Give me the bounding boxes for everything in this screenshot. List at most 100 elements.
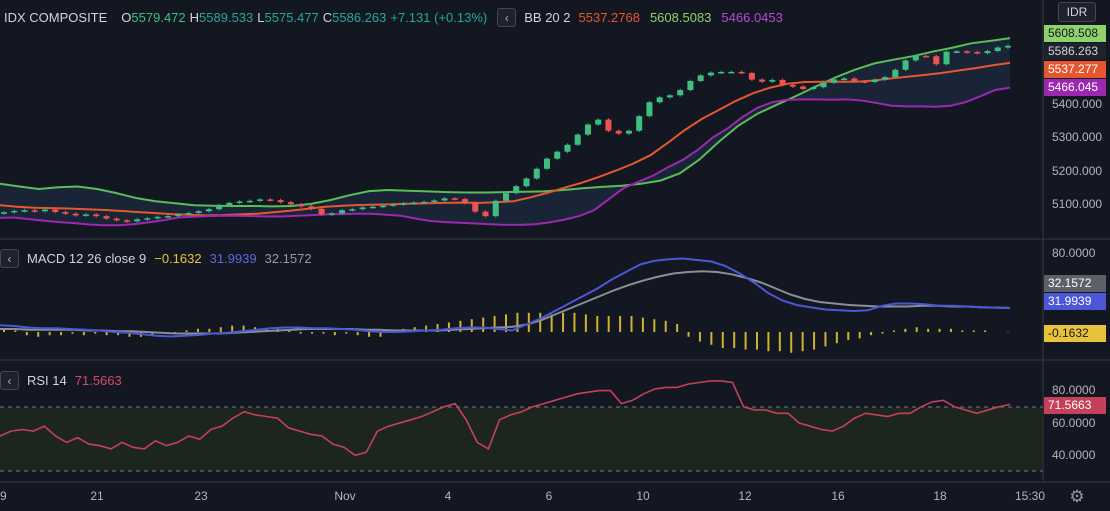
macd-pane bbox=[0, 257, 1011, 353]
high-key: H bbox=[189, 10, 200, 25]
open-key: O bbox=[121, 10, 132, 25]
time-axis-label: Nov bbox=[334, 489, 355, 503]
time-axis-label: 23 bbox=[194, 489, 208, 503]
symbol-name[interactable]: IDX COMPOSITE bbox=[4, 10, 107, 25]
candle-body bbox=[318, 208, 325, 215]
price-tag-bb-upper: 5608.508 bbox=[1044, 25, 1106, 42]
candle-body bbox=[615, 130, 622, 134]
candle-body bbox=[748, 72, 755, 80]
candle-body bbox=[431, 200, 438, 202]
candle-body bbox=[21, 210, 28, 212]
main-legend: IDX COMPOSITE O 5579.472 H 5589.533 L 55… bbox=[0, 8, 787, 27]
bb-upper-line bbox=[0, 37, 1011, 208]
bb-indicator-name[interactable]: BB 20 2 bbox=[524, 10, 570, 25]
candle-body bbox=[185, 213, 192, 215]
candle-body bbox=[339, 210, 346, 214]
candle-body bbox=[810, 87, 817, 89]
candle-body bbox=[421, 201, 428, 204]
macd-tag-line: 31.9939 bbox=[1044, 293, 1106, 310]
candle-body bbox=[543, 158, 550, 169]
rsi-tag: 71.5663 bbox=[1044, 397, 1106, 414]
rsi-legend: ‹ RSI 14 71.5663 bbox=[0, 371, 126, 390]
candle-body bbox=[11, 210, 18, 213]
macd-hist-value: −0.1632 bbox=[154, 251, 202, 266]
candle-body bbox=[636, 116, 643, 131]
candle-body bbox=[707, 72, 714, 76]
candle-body bbox=[892, 69, 899, 78]
time-axis-label: 21 bbox=[90, 489, 104, 503]
candle-body bbox=[697, 75, 704, 81]
candle-body bbox=[882, 77, 889, 80]
candle-body bbox=[769, 79, 776, 82]
candle-body bbox=[830, 79, 837, 83]
candle-body bbox=[113, 218, 120, 221]
bb-upper-value: 5608.5083 bbox=[649, 10, 712, 25]
low-key: L bbox=[257, 10, 265, 25]
candle-body bbox=[52, 209, 59, 212]
close-key: C bbox=[322, 10, 333, 25]
time-axis-label: 4 bbox=[445, 489, 452, 503]
candle-body bbox=[728, 71, 735, 74]
candle-body bbox=[779, 79, 786, 85]
candle-body bbox=[789, 84, 796, 87]
candle-body bbox=[656, 97, 663, 103]
candle-body bbox=[369, 206, 376, 209]
price-axis-label: 5100.000 bbox=[1052, 197, 1102, 211]
currency-selector[interactable]: IDR bbox=[1058, 2, 1096, 22]
macd-indicator-name[interactable]: MACD 12 26 close 9 bbox=[27, 251, 146, 266]
candle-body bbox=[246, 200, 253, 203]
candle-body bbox=[523, 178, 530, 187]
candle-body bbox=[441, 198, 448, 201]
candle-body bbox=[503, 193, 509, 201]
rsi-axis-label: 40.0000 bbox=[1052, 448, 1096, 462]
macd-signal-value: 32.1572 bbox=[264, 251, 312, 266]
candle-body bbox=[902, 60, 909, 70]
candle-body bbox=[31, 210, 38, 212]
candle-body bbox=[359, 207, 366, 210]
candle-body bbox=[964, 51, 971, 53]
time-axis-label: 16 bbox=[831, 489, 845, 503]
candle-body bbox=[584, 124, 591, 135]
candle-body bbox=[103, 216, 110, 219]
rsi-axis-label: 80.0000 bbox=[1052, 383, 1096, 397]
collapse-chevron-icon[interactable]: ‹ bbox=[497, 8, 517, 27]
candle-body bbox=[72, 213, 79, 216]
macd-collapse-chevron-icon[interactable]: ‹ bbox=[0, 249, 19, 268]
change-value: +7.131 (+0.13%) bbox=[390, 10, 488, 25]
candle-body bbox=[994, 47, 1001, 52]
candle-body bbox=[605, 119, 612, 131]
time-axis-label: 18 bbox=[933, 489, 947, 503]
close-value: 5586.263 bbox=[332, 10, 387, 25]
candle-body bbox=[308, 206, 315, 209]
bb-lower-value: 5466.0453 bbox=[721, 10, 783, 25]
candle-body bbox=[820, 82, 827, 88]
candle-body bbox=[62, 211, 69, 214]
rsi-collapse-chevron-icon[interactable]: ‹ bbox=[0, 371, 19, 390]
gear-icon[interactable]: ⚙ bbox=[1066, 487, 1088, 507]
candle-body bbox=[800, 86, 807, 89]
macd-tag-hist: -0.1632 bbox=[1044, 325, 1106, 342]
candle-body bbox=[298, 204, 305, 207]
price-tag-close: 5586.263 bbox=[1044, 43, 1106, 60]
candle-body bbox=[1005, 45, 1011, 48]
candle-body bbox=[851, 78, 858, 82]
candle-body bbox=[912, 55, 919, 61]
candle-body bbox=[205, 209, 212, 212]
price-tag-bb-lower: 5466.045 bbox=[1044, 79, 1106, 96]
candle-body bbox=[257, 199, 264, 201]
high-value: 5589.533 bbox=[199, 10, 254, 25]
candle-body bbox=[677, 90, 684, 96]
candle-body bbox=[328, 213, 335, 215]
candle-body bbox=[41, 209, 48, 212]
macd-legend: ‹ MACD 12 26 close 9 −0.1632 31.9939 32.… bbox=[0, 249, 316, 268]
time-axis-label: 9 bbox=[0, 489, 7, 503]
rsi-indicator-name[interactable]: RSI 14 bbox=[27, 373, 67, 388]
candle-body bbox=[841, 78, 848, 81]
candle-body bbox=[738, 71, 745, 74]
candle-body bbox=[871, 79, 878, 83]
candle-body bbox=[759, 79, 766, 82]
candle-body bbox=[144, 218, 151, 220]
candle-body bbox=[574, 134, 581, 145]
candle-body bbox=[482, 211, 489, 217]
candle-body bbox=[492, 200, 499, 217]
